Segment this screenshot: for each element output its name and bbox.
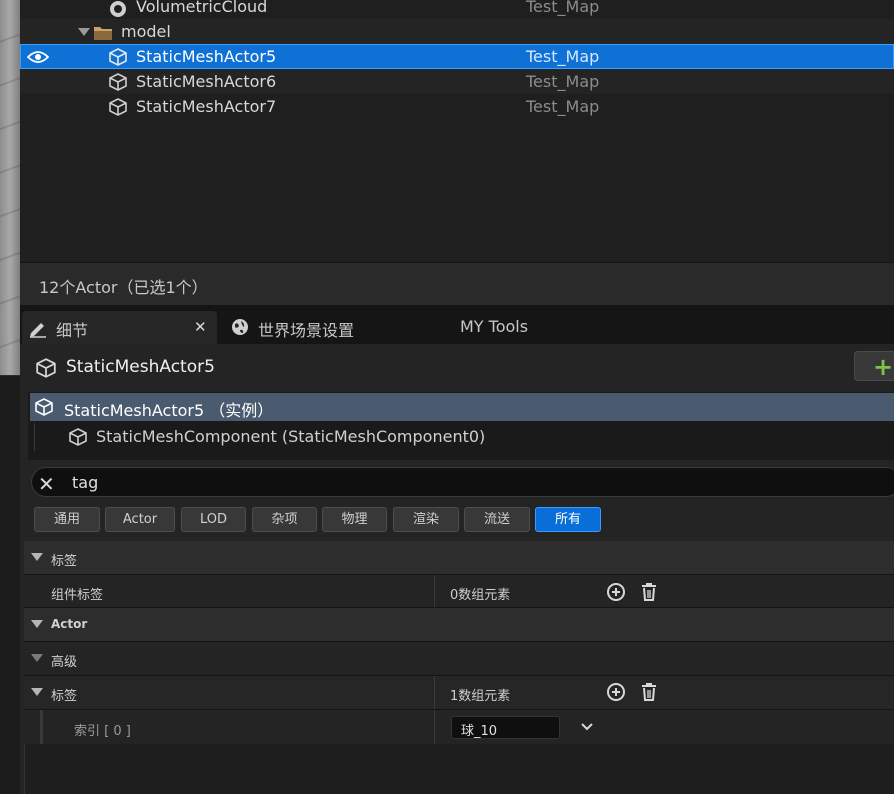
- tag-value-text: 球_10: [461, 724, 498, 739]
- filter-actor[interactable]: Actor: [105, 507, 175, 532]
- clear-search-icon[interactable]: ✕: [38, 472, 55, 496]
- outliner-row[interactable]: VolumetricCloud Test_Map: [20, 0, 894, 19]
- actor-name: StaticMeshActor5: [66, 357, 215, 377]
- outliner-row-label: StaticMeshActor5: [136, 47, 277, 66]
- close-icon[interactable]: ✕: [194, 318, 207, 336]
- tab-my-tools[interactable]: MY Tools: [450, 311, 580, 344]
- outliner-row-selected[interactable]: StaticMeshActor5 Test_Map: [20, 44, 894, 69]
- outliner-row-map: Test_Map: [526, 97, 600, 116]
- property-component-tags: 组件标签 0数组元素: [24, 575, 894, 608]
- outliner-row[interactable]: StaticMeshActor7 Test_Map: [20, 94, 894, 119]
- component-label: StaticMeshComponent (StaticMeshComponent…: [96, 427, 486, 446]
- category-label: 高级: [51, 655, 78, 670]
- outliner-row-map: Test_Map: [526, 72, 600, 91]
- add-element-icon[interactable]: [605, 581, 627, 603]
- add-component-button[interactable]: +: [854, 351, 894, 381]
- property-tags[interactable]: 标签 1数组元素: [24, 676, 894, 709]
- pencil-icon: [30, 323, 46, 338]
- filter-rendering[interactable]: 渲染: [393, 507, 459, 532]
- component-row-mesh[interactable]: StaticMeshComponent (StaticMeshComponent…: [30, 423, 894, 451]
- property-label: 组件标签: [51, 588, 104, 603]
- collapse-arrow-icon[interactable]: [31, 688, 43, 696]
- folder-icon: [94, 27, 112, 40]
- component-row-actor[interactable]: StaticMeshActor5 （实例）: [30, 393, 894, 421]
- property-value: 0数组元素: [450, 588, 511, 603]
- tab-label: MY Tools: [460, 317, 529, 336]
- filter-lod[interactable]: LOD: [181, 507, 246, 532]
- outliner-row[interactable]: StaticMeshActor6 Test_Map: [20, 69, 894, 94]
- panel-tab-bar: 细节 ✕ 世界场景设置 MY Tools: [20, 305, 894, 344]
- collapse-arrow-icon[interactable]: [31, 553, 43, 561]
- category-advanced[interactable]: 高级: [24, 642, 894, 675]
- tab-label: 细节: [56, 321, 89, 340]
- outliner-folder-row[interactable]: model: [20, 19, 894, 44]
- outliner-row-label: model: [121, 22, 171, 41]
- static-mesh-icon: [35, 398, 53, 416]
- outliner-panel: VolumetricCloud Test_Map model StaticMes…: [20, 0, 894, 262]
- component-label: StaticMeshActor5 （实例）: [64, 401, 274, 420]
- trash-icon[interactable]: [638, 681, 660, 703]
- add-element-icon[interactable]: [605, 681, 627, 703]
- category-label: 标签: [51, 554, 78, 569]
- static-mesh-icon: [109, 73, 127, 91]
- static-mesh-icon: [36, 358, 56, 378]
- outliner-row-label: VolumetricCloud: [136, 0, 268, 16]
- chevron-down-icon[interactable]: [580, 722, 594, 732]
- left-panel-edge: [0, 375, 20, 794]
- collapse-arrow-icon[interactable]: [31, 620, 43, 628]
- category-actor[interactable]: Actor: [24, 608, 894, 641]
- globe-icon: [232, 319, 248, 335]
- static-mesh-icon: [69, 428, 87, 446]
- outliner-row-label: StaticMeshActor7: [136, 97, 277, 116]
- eye-icon[interactable]: [27, 50, 49, 64]
- plus-icon: +: [873, 353, 894, 381]
- tag-value-field[interactable]: 球_10: [451, 716, 560, 739]
- viewport-edge: [0, 0, 20, 375]
- filter-general[interactable]: 通用: [34, 507, 100, 532]
- filter-misc[interactable]: 杂项: [252, 507, 317, 532]
- trash-icon[interactable]: [638, 581, 660, 603]
- property-value: 1数组元素: [450, 689, 511, 704]
- filter-streaming[interactable]: 流送: [464, 507, 530, 532]
- outliner-row-map: Test_Map: [526, 47, 600, 66]
- collapse-arrow-icon[interactable]: [31, 654, 43, 662]
- details-search[interactable]: ✕: [31, 467, 894, 497]
- property-label: 标签: [51, 689, 78, 704]
- filter-all[interactable]: 所有: [535, 507, 601, 532]
- outliner-row-label: StaticMeshActor6: [136, 72, 277, 91]
- filter-physics[interactable]: 物理: [322, 507, 387, 532]
- outliner-row-map: Test_Map: [526, 0, 600, 16]
- expand-arrow-icon[interactable]: [78, 28, 90, 36]
- property-label: 索引 [ 0 ]: [74, 724, 131, 739]
- tab-label: 世界场景设置: [258, 321, 355, 340]
- tab-details[interactable]: 细节 ✕: [22, 311, 217, 344]
- actor-count-text: 12个Actor（已选1个）: [39, 278, 208, 297]
- outliner-status-bar: 12个Actor（已选1个）: [20, 263, 894, 305]
- static-mesh-icon: [109, 48, 127, 66]
- category-tags[interactable]: 标签: [24, 541, 894, 574]
- cloud-icon: [110, 1, 126, 17]
- category-label: Actor: [51, 617, 88, 631]
- search-input[interactable]: [72, 471, 852, 493]
- static-mesh-icon: [109, 98, 127, 116]
- tab-world-settings[interactable]: 世界场景设置: [226, 311, 436, 344]
